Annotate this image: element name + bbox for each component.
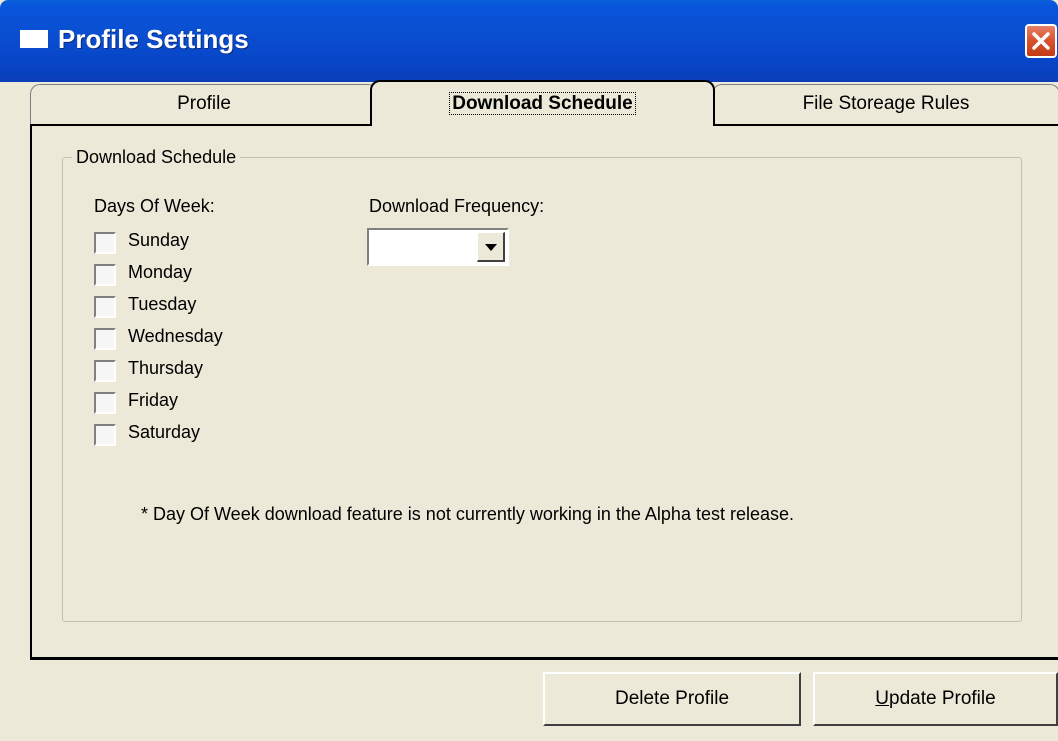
alpha-release-note: * Day Of Week download feature is not cu… [141,504,795,524]
title-bar[interactable]: Profile Settings [0,0,1058,82]
checkbox-box[interactable] [94,392,116,414]
checkbox-label: Wednesday [128,326,223,346]
tab-download-schedule[interactable]: Download Schedule [370,80,715,126]
download-frequency-label: Download Frequency: [369,196,545,216]
checkbox-label: Sunday [128,230,190,250]
checkbox-label: Monday [128,262,193,282]
download-frequency-select[interactable] [367,228,509,266]
update-profile-label: pdate Profile [889,688,996,709]
window-icon [20,30,48,48]
download-schedule-group [62,157,1022,622]
close-button[interactable] [1025,24,1057,58]
checkbox-label: Thursday [128,358,204,378]
tab-download-schedule-label: Download Schedule [449,92,636,115]
group-legend: Download Schedule [72,147,241,168]
checkbox-box[interactable] [94,264,116,286]
checkbox-box[interactable] [94,424,116,446]
tab-file-storage-rules[interactable]: File Storeage Rules [712,84,1058,124]
checkbox-box[interactable] [94,296,116,318]
days-of-week-label: Days Of Week: [94,196,215,216]
tab-profile[interactable]: Profile [30,84,378,124]
delete-profile-label: Delete Profile [614,688,730,709]
dropdown-button[interactable] [477,232,505,262]
checkbox-label: Tuesday [128,294,197,314]
checkbox-box[interactable] [94,360,116,382]
delete-profile-button[interactable]: Delete Profile [543,672,801,726]
window-title: Profile Settings [58,24,249,54]
update-profile-mnemonic: U [875,688,890,709]
checkbox-label: Friday [128,390,179,410]
checkbox-box[interactable] [94,328,116,350]
tab-file-storage-rules-label: File Storeage Rules [802,93,970,114]
checkbox-box[interactable] [94,232,116,254]
update-profile-button[interactable]: Update Profile [813,672,1058,726]
checkbox-label: Saturday [128,422,201,442]
tab-profile-label: Profile [177,93,231,114]
profile-settings-window: Profile Settings Profile File Storeage R… [0,0,1058,741]
